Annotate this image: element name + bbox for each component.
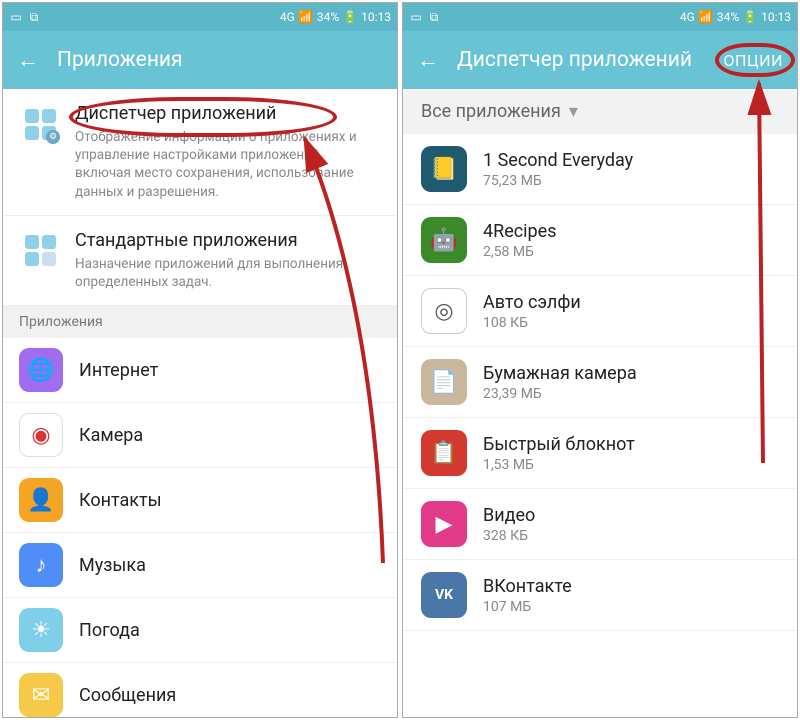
- list-item[interactable]: 👤 Контакты: [3, 468, 397, 533]
- app-size: 328 КБ: [483, 528, 535, 544]
- app-name: 1 Second Everyday: [483, 150, 633, 171]
- list-item[interactable]: ♪ Музыка: [3, 533, 397, 598]
- app-name: Быстрый блокнот: [483, 434, 635, 455]
- list-item[interactable]: ☀ Погода: [3, 598, 397, 663]
- phone-left: ▭ ⧉ 4G 📶 34% 🔋 10:13 ← Приложения ⚙ Дисп…: [2, 2, 398, 718]
- phone-right: ▭ ⧉ 4G 📶 34% 🔋 10:13 ← Диспетчер приложе…: [402, 2, 798, 718]
- section-app-manager[interactable]: ⚙ Диспетчер приложений Отображение инфор…: [3, 89, 397, 216]
- app-name: Видео: [483, 505, 535, 526]
- network-label: 4G: [680, 10, 695, 24]
- section-default-apps[interactable]: Стандартные приложения Назначение прилож…: [3, 216, 397, 306]
- app-icon-internet: 🌐: [19, 348, 63, 392]
- list-item[interactable]: VK ВКонтакте 107 МБ: [403, 560, 797, 631]
- app-label: Интернет: [79, 360, 158, 381]
- list-item[interactable]: 📋 Быстрый блокнот 1,53 МБ: [403, 418, 797, 489]
- signal-icon: 📶: [299, 10, 313, 24]
- tiles-gear-icon: ⚙: [23, 107, 57, 141]
- app-icon: 📋: [421, 430, 467, 476]
- app-label: Музыка: [79, 555, 146, 576]
- app-size: 75,23 МБ: [483, 173, 633, 189]
- app-icon-weather: ☀: [19, 608, 63, 652]
- tiles-icon: [23, 234, 57, 268]
- app-size: 23,39 МБ: [483, 386, 637, 402]
- screenshot-icon: ⧉: [27, 10, 41, 24]
- back-icon[interactable]: ←: [417, 47, 439, 73]
- app-list: 🌐 Интернет ◉ Камера 👤 Контакты ♪ Музыка …: [3, 338, 397, 717]
- app-name: ВКонтакте: [483, 576, 572, 597]
- content-area: ⚙ Диспетчер приложений Отображение инфор…: [3, 89, 397, 717]
- filter-label: Все приложения: [421, 101, 561, 122]
- app-label: Камера: [79, 425, 143, 446]
- clock-label: 10:13: [761, 10, 791, 24]
- section-desc: Отображение информации о приложениях и у…: [75, 128, 379, 201]
- options-button[interactable]: ОПЦИИ: [724, 51, 783, 70]
- list-item[interactable]: 📄 Бумажная камера 23,39 МБ: [403, 347, 797, 418]
- battery-label: 34%: [317, 10, 339, 24]
- battery-icon: 🔋: [743, 10, 757, 24]
- app-icon: 📒: [421, 146, 467, 192]
- app-name: Авто сэлфи: [483, 292, 581, 313]
- screenshot-icon: ⧉: [427, 10, 441, 24]
- app-icon: VK: [421, 572, 467, 618]
- filter-dropdown[interactable]: Все приложения ▾: [403, 89, 797, 134]
- app-icon: 📄: [421, 359, 467, 405]
- list-item[interactable]: 🌐 Интернет: [3, 338, 397, 403]
- app-icon: 🤖: [421, 217, 467, 263]
- back-icon[interactable]: ←: [17, 47, 39, 73]
- section-desc: Назначение приложений для выполнения опр…: [75, 255, 379, 291]
- battery-label: 34%: [717, 10, 739, 24]
- list-item[interactable]: ▶ Видео 328 КБ: [403, 489, 797, 560]
- section-title: Стандартные приложения: [75, 230, 379, 251]
- app-name: Бумажная камера: [483, 363, 637, 384]
- list-item[interactable]: ◉ Камера: [3, 403, 397, 468]
- list-item[interactable]: ◎ Авто сэлфи 108 КБ: [403, 276, 797, 347]
- sim-icon: ▭: [409, 10, 423, 24]
- app-icon-music: ♪: [19, 543, 63, 587]
- app-name: 4Recipes: [483, 221, 557, 242]
- group-header-apps: Приложения: [3, 306, 397, 338]
- app-icon-messages: ✉: [19, 673, 63, 717]
- app-label: Сообщения: [79, 685, 176, 706]
- status-bar: ▭ ⧉ 4G 📶 34% 🔋 10:13: [403, 3, 797, 31]
- app-size: 107 МБ: [483, 599, 572, 615]
- manager-app-list: 📒 1 Second Everyday 75,23 МБ 🤖 4Recipes …: [403, 134, 797, 631]
- app-label: Контакты: [79, 490, 162, 511]
- clock-label: 10:13: [361, 10, 391, 24]
- app-size: 108 КБ: [483, 315, 581, 331]
- page-title: Диспетчер приложений: [457, 48, 692, 72]
- battery-icon: 🔋: [343, 10, 357, 24]
- signal-icon: 📶: [699, 10, 713, 24]
- app-icon-contacts: 👤: [19, 478, 63, 522]
- list-item[interactable]: ✉ Сообщения: [3, 663, 397, 717]
- list-item[interactable]: 🤖 4Recipes 2,58 МБ: [403, 205, 797, 276]
- app-icon-camera: ◉: [19, 413, 63, 457]
- app-size: 2,58 МБ: [483, 244, 557, 260]
- app-icon: ▶: [421, 501, 467, 547]
- section-title: Диспетчер приложений: [75, 103, 379, 124]
- app-label: Погода: [79, 620, 140, 641]
- content-area: Все приложения ▾ 📒 1 Second Everyday 75,…: [403, 89, 797, 717]
- titlebar: ← Приложения: [3, 31, 397, 89]
- app-icon: ◎: [421, 288, 467, 334]
- network-label: 4G: [280, 10, 295, 24]
- app-size: 1,53 МБ: [483, 457, 635, 473]
- chevron-down-icon: ▾: [569, 101, 578, 122]
- status-bar: ▭ ⧉ 4G 📶 34% 🔋 10:13: [3, 3, 397, 31]
- sim-icon: ▭: [9, 10, 23, 24]
- page-title: Приложения: [57, 48, 183, 72]
- titlebar: ← Диспетчер приложений ОПЦИИ: [403, 31, 797, 89]
- list-item[interactable]: 📒 1 Second Everyday 75,23 МБ: [403, 134, 797, 205]
